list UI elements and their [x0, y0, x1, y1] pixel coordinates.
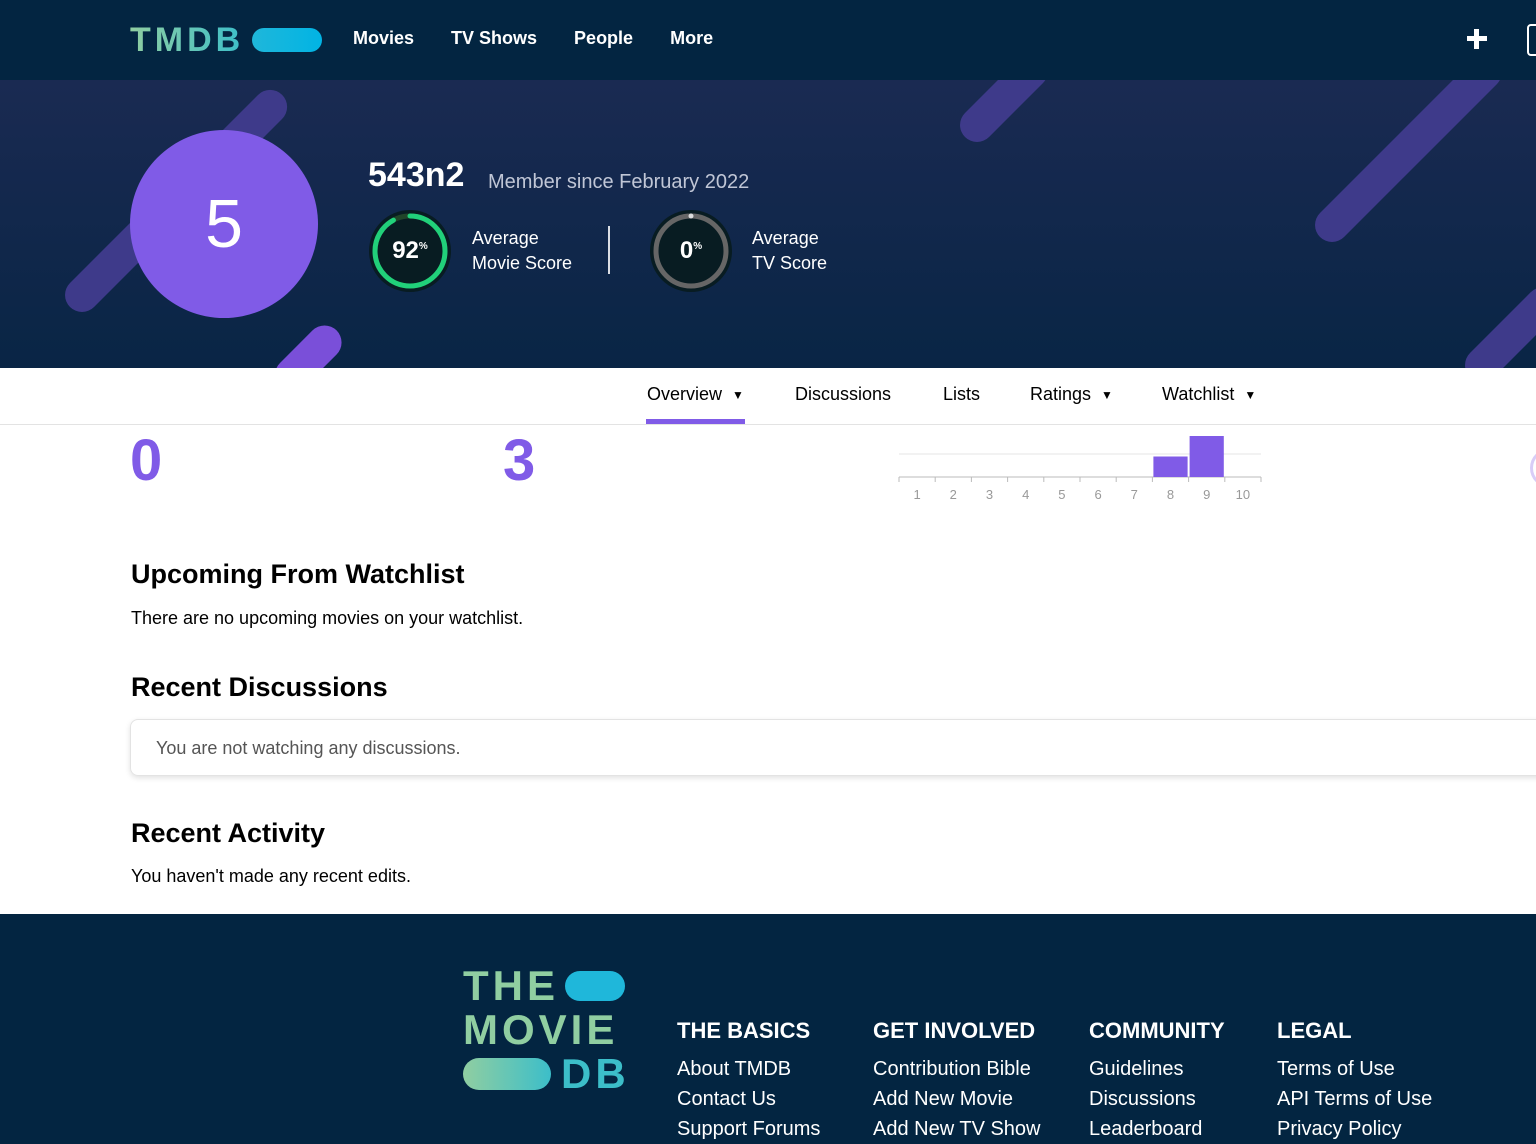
tmdb-logo[interactable]: TMDB	[130, 20, 323, 59]
tv-score-value: 0%	[650, 210, 732, 292]
footer-logo-line3: DB	[561, 1050, 630, 1097]
chart-tick-label: 5	[1058, 487, 1065, 502]
footer-logo-line1: THE	[463, 962, 559, 1009]
chart-bar	[1153, 456, 1188, 477]
movie-score-unit: %	[418, 240, 428, 252]
tab-watchlist-label: Watchlist	[1162, 384, 1235, 404]
caret-down-icon: ▼	[1101, 387, 1113, 402]
footer-column-legal: LEGAL Terms of Use API Terms of Use Priv…	[1277, 1018, 1432, 1144]
chart-tick-label: 8	[1167, 487, 1174, 502]
activity-text: You haven't made any recent edits.	[131, 866, 411, 886]
profile-subnav: Overview ▼ Discussions Lists Ratings ▼ Wat…	[0, 368, 1536, 425]
footer-link[interactable]: Add New Movie	[873, 1084, 1041, 1114]
active-tab-indicator	[646, 419, 745, 424]
movie-score-label-line2: Movie Score	[472, 253, 573, 273]
footer-column-get-involved: GET INVOLVED Contribution Bible Add New …	[873, 1018, 1041, 1144]
decorative-stripe	[267, 318, 349, 368]
movie-score-number: 92	[392, 237, 419, 264]
caret-down-icon: ▼	[1244, 387, 1257, 402]
footer-link[interactable]: API Terms of Use	[1277, 1084, 1432, 1114]
chart-bar	[1189, 436, 1224, 477]
footer-column-community: COMMUNITY Guidelines Discussions Leaderb…	[1089, 1018, 1225, 1144]
tab-overview[interactable]: Overview ▼	[647, 384, 744, 405]
upcoming-title: Upcoming From Watchlist	[131, 559, 465, 589]
footer-link[interactable]: Support Forums	[677, 1114, 820, 1144]
chart-tick-label: 6	[1094, 487, 1101, 502]
tab-discussions-label: Discussions	[795, 384, 892, 404]
footer-link[interactable]: Terms of Use	[1277, 1054, 1432, 1084]
footer-link[interactable]: Contact Us	[677, 1084, 820, 1114]
tab-lists[interactable]: Lists	[943, 384, 980, 405]
footer-logo-line2: MOVIE	[463, 1006, 619, 1053]
footer-heading: THE BASICS	[677, 1018, 811, 1043]
footer-link[interactable]: Contribution Bible	[873, 1054, 1041, 1084]
discussions-empty-text: You are not watching any discussions.	[156, 738, 461, 758]
footer-link[interactable]: About TMDB	[677, 1054, 820, 1084]
footer-heading: GET INVOLVED	[873, 1018, 1036, 1043]
footer-logo[interactable]: THE MOVIE DB	[463, 964, 630, 1096]
chart-tick-label: 4	[1022, 487, 1029, 502]
nav-people[interactable]: People	[574, 28, 633, 49]
footer-link[interactable]: Leaderboard	[1089, 1114, 1225, 1144]
logo-pill-shape	[463, 1058, 551, 1090]
decorative-stripe	[1457, 280, 1536, 368]
profile-header: 5 543n2 Member since February 2022 92% A…	[0, 80, 1536, 368]
stat-number: 3	[503, 428, 536, 493]
language-button[interactable]	[1527, 24, 1536, 56]
member-since: Member since February 2022	[488, 171, 750, 193]
plus-icon[interactable]	[1464, 26, 1490, 52]
nav-tv-shows[interactable]: TV Shows	[451, 28, 537, 49]
decorative-stripe	[952, 80, 1055, 150]
tab-lists-label: Lists	[943, 384, 981, 404]
discussions-title: Recent Discussions	[131, 672, 388, 702]
chart-tick-label: 1	[913, 487, 920, 502]
tv-score-ring: 0%	[650, 210, 732, 292]
avatar[interactable]: 5	[130, 130, 318, 318]
activity-title: Recent Activity	[131, 818, 326, 848]
tv-score-label-line2: TV Score	[752, 253, 828, 273]
tab-discussions[interactable]: Discussions	[795, 384, 891, 405]
logo-pill-shape	[565, 971, 625, 1001]
tab-ratings-label: Ratings	[1030, 384, 1092, 404]
username[interactable]: 543n2	[368, 156, 464, 195]
score-divider	[608, 226, 610, 274]
rating-distribution-chart: 1 2 3 4 5 6 7 8 9 10	[898, 436, 1262, 502]
chart-tick-label: 3	[986, 487, 993, 502]
footer-heading: LEGAL	[1277, 1018, 1352, 1043]
chart-tick-label: 10	[1236, 487, 1250, 502]
stat-number: 0	[130, 428, 163, 493]
tv-score-number: 0	[679, 237, 694, 264]
tv-score-label: Average TV Score	[752, 226, 892, 276]
nav-movies[interactable]: Movies	[353, 28, 414, 49]
logo-pill-shape	[252, 28, 323, 52]
movie-score-value: 92%	[369, 210, 451, 292]
logo-text: TMDB	[130, 20, 245, 59]
upcoming-text: There are no upcoming movies on your wat…	[131, 608, 524, 628]
tv-score-label-line1: Average	[752, 228, 819, 248]
footer-link[interactable]: Discussions	[1089, 1084, 1225, 1114]
chart-tick-label: 9	[1203, 487, 1210, 502]
decorative-stripe	[1307, 80, 1509, 250]
footer: THE MOVIE DB THE BASICS About TMDB Conta…	[0, 914, 1536, 1144]
discussions-card: You are not watching any discussions.	[130, 719, 1536, 776]
footer-column-basics: THE BASICS About TMDB Contact Us Support…	[677, 1018, 820, 1144]
partial-circle-graphic	[1530, 448, 1536, 488]
tab-watchlist[interactable]: Watchlist ▼	[1162, 384, 1256, 405]
footer-link[interactable]: Privacy Policy	[1277, 1114, 1432, 1144]
chart-tick-label: 2	[950, 487, 957, 502]
movie-score-label: Average Movie Score	[472, 226, 612, 276]
tv-score-unit: %	[693, 240, 703, 252]
movie-score-label-line1: Average	[472, 228, 539, 248]
footer-link[interactable]: Guidelines	[1089, 1054, 1225, 1084]
caret-down-icon: ▼	[732, 387, 744, 402]
movie-score-ring: 92%	[369, 210, 451, 292]
footer-link[interactable]: Add New TV Show	[873, 1114, 1041, 1144]
nav-more[interactable]: More	[670, 28, 713, 49]
tab-overview-label: Overview	[647, 384, 723, 404]
chart-tick-label: 7	[1131, 487, 1138, 502]
top-navigation: TMDB Movies TV Shows People More	[0, 0, 1536, 80]
nav-links: Movies TV Shows People More	[353, 28, 750, 49]
footer-heading: COMMUNITY	[1089, 1018, 1225, 1043]
tab-ratings[interactable]: Ratings ▼	[1030, 384, 1113, 405]
